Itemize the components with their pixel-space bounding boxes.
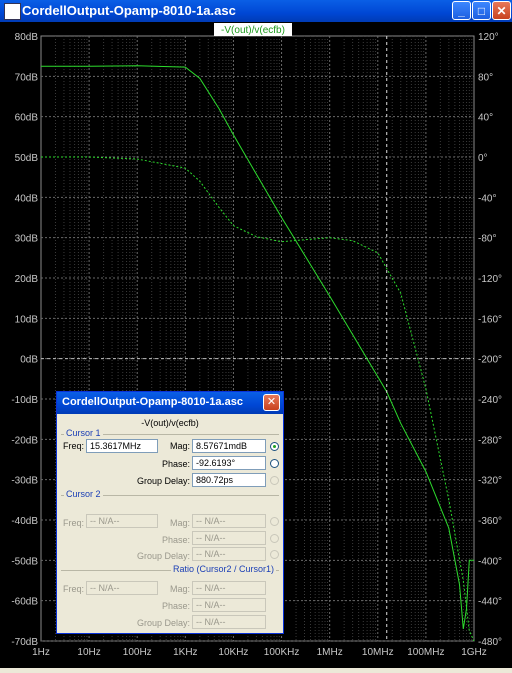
ratio-freq-field[interactable]: -- N/A-- [86,581,158,595]
y-left-tick-label: 60dB [15,113,39,124]
ratio-group-label: Ratio (Cursor2 / Cursor1) [171,564,277,574]
x-tick-label: 100KHz [264,647,300,658]
y-left-tick-label: -40dB [11,516,38,527]
y-left-tick-label: 0dB [20,355,38,366]
y-left-tick-label: 40dB [15,193,39,204]
y-right-tick-label: 40° [478,113,493,124]
ratio-phase-field[interactable]: -- N/A-- [192,598,266,612]
cursor1-freq-field[interactable]: 15.3617MHz [86,439,158,453]
y-right-tick-label: -40° [478,193,496,204]
cursor1-group-label: Cursor 1 [64,428,103,438]
app-icon [4,3,21,20]
cursor2-group-delay-field[interactable]: -- N/A-- [192,547,266,561]
x-tick-label: 1KHz [173,647,197,658]
cursor1-group-delay-radio[interactable] [270,476,279,485]
cursor-expression: -V(out)/v(ecfb) [141,418,199,428]
y-left-tick-label: -50dB [11,556,38,567]
cursor2-phase-radio[interactable] [270,534,279,543]
cursor1-phase-field[interactable]: -92.6193° [192,456,266,470]
y-left-tick-label: 10dB [15,314,39,325]
y-right-tick-label: -440° [478,597,502,608]
y-left-tick-label: 70dB [15,72,39,83]
x-tick-label: 1MHz [317,647,343,658]
y-right-tick-label: -160° [478,314,502,325]
cursor2-group-delay-radio[interactable] [270,550,279,559]
ratio-mag-label: Mag: [169,584,190,594]
x-tick-label: 10Hz [77,647,100,658]
y-left-tick-label: 80dB [15,32,39,43]
cursor2-freq-field[interactable]: -- N/A-- [86,514,158,528]
x-tick-label: 10MHz [362,647,394,658]
x-tick-label: 1GHz [461,647,487,658]
cursor1-phase-radio[interactable] [270,459,279,468]
cursor-dialog-titlebar[interactable]: CordellOutput-Opamp-8010-1a.asc ✕ [57,392,283,414]
cursor1-group-delay-label: Group Delay: [136,476,190,486]
y-right-tick-label: -200° [478,355,502,366]
x-tick-label: 100MHz [407,647,444,658]
cursor1-mag-field[interactable]: 8.57671mdB [192,439,266,453]
y-left-tick-label: -60dB [11,597,38,608]
y-right-tick-label: 120° [478,32,499,43]
y-right-tick-label: -120° [478,274,502,285]
cursor1-freq-label: Freq: [63,441,85,451]
cursor2-phase-label: Phase: [161,535,190,545]
minimize-button[interactable]: _ [452,1,471,20]
ratio-group-delay-label: Group Delay: [136,618,190,628]
x-axis: 1Hz 10Hz 100Hz 1KHz 10KHz 100KHz 1MHz 10MHz 100M… [32,647,487,658]
x-tick-label: 100Hz [123,647,152,658]
x-tick-label: 10KHz [218,647,248,658]
trace-label[interactable]: -V(out)/v(ecfb) [221,25,285,36]
cursor2-phase-field[interactable]: -- N/A-- [192,531,266,545]
y-right-tick-label: -280° [478,435,502,446]
ratio-phase-label: Phase: [161,601,190,611]
window-title: CordellOutput-Opamp-8010-1a.asc [22,3,236,18]
cursor2-freq-label: Freq: [63,518,85,528]
cursor1-mag-label: Mag: [169,441,190,451]
ratio-group-delay-field[interactable]: -- N/A-- [192,615,266,629]
cursor1-mag-radio[interactable] [270,442,279,451]
y-right-tick-label: 80° [478,72,493,83]
y-left-tick-label: 30dB [15,234,39,245]
cursor2-mag-label: Mag: [169,518,190,528]
cursor2-mag-radio[interactable] [270,517,279,526]
cursor-dialog-close-button[interactable]: ✕ [263,394,280,411]
y-right-tick-label: 0° [478,153,488,164]
cursor2-mag-field[interactable]: -- N/A-- [192,514,266,528]
cursor1-group-delay-field[interactable]: 880.72ps [192,473,266,487]
x-tick-label: 1Hz [32,647,50,658]
y-left-tick-label: -30dB [11,476,38,487]
y-right-tick-label: -400° [478,556,502,567]
maximize-button[interactable]: □ [472,1,491,20]
cursor2-group-delay-label: Group Delay: [136,551,190,561]
close-button[interactable]: ✕ [492,1,511,20]
cursor1-phase-label: Phase: [161,459,190,469]
window-titlebar[interactable]: CordellOutput-Opamp-8010-1a.asc _ □ ✕ [0,0,512,22]
y-left-tick-label: -20dB [11,435,38,446]
ratio-mag-field[interactable]: -- N/A-- [192,581,266,595]
y-right-tick-label: -80° [478,234,496,245]
cursor2-group-label: Cursor 2 [64,489,103,499]
cursor-dialog-title: CordellOutput-Opamp-8010-1a.asc [62,396,243,408]
cursor-dialog[interactable]: CordellOutput-Opamp-8010-1a.asc ✕ -V(out… [56,391,284,634]
y-right-tick-label: -320° [478,476,502,487]
y-right-tick-label: -240° [478,395,502,406]
y-left-tick-label: -10dB [11,395,38,406]
y-right-tick-label: -360° [478,516,502,527]
ratio-freq-label: Freq: [63,584,85,594]
y-axis-right: 120° 80° 40° 0° -40° -80° -120° -160° -200° -240°… [478,32,502,648]
y-left-tick-label: 50dB [15,153,39,164]
y-left-tick-label: 20dB [15,274,39,285]
y-axis-left: 80dB 70dB 60dB 50dB 40dB 30dB 20dB 10dB 0dB -10dB… [11,32,38,648]
